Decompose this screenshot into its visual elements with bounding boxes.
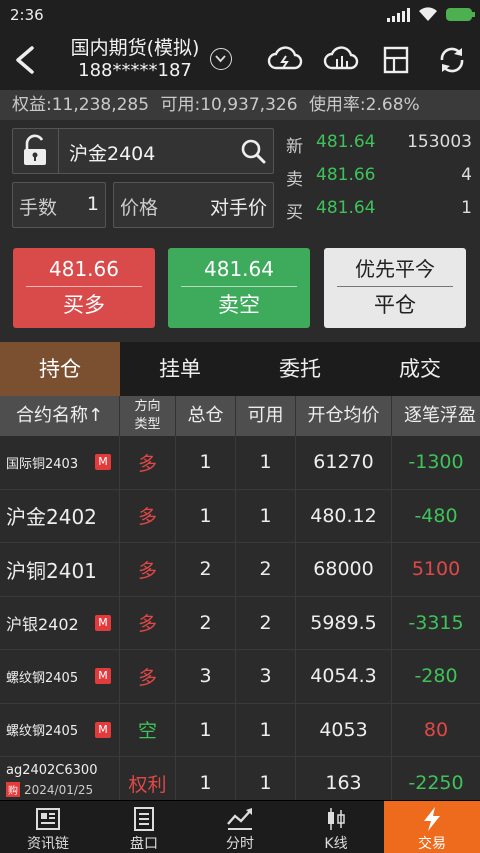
available-value: 可用:10,937,326 xyxy=(160,95,298,115)
lock-toggle[interactable] xyxy=(13,129,59,173)
tab-trades[interactable]: 成交 xyxy=(360,342,480,396)
usage-rate: 使用率:2.68% xyxy=(308,95,420,115)
col-name[interactable]: 合约名称↑ xyxy=(0,396,120,436)
margin-badge: M xyxy=(95,454,111,471)
nav-kline[interactable]: K线 xyxy=(288,801,384,853)
quote-row-last: 新 481.64 153003 xyxy=(286,132,472,157)
nav-trade[interactable]: 交易 xyxy=(384,801,480,853)
tab-orders[interactable]: 委托 xyxy=(240,342,360,396)
layout-icon[interactable] xyxy=(378,42,414,78)
tab-pending[interactable]: 挂单 xyxy=(120,342,240,396)
orderbook-icon xyxy=(134,807,154,831)
quote-row-ask: 卖 481.66 4 xyxy=(286,165,472,190)
equity-value: 权益:11,238,285 xyxy=(12,95,150,115)
quantity-field[interactable]: 手数 1 xyxy=(12,182,106,228)
app-header: 国内期货(模拟) 188*****187 xyxy=(0,30,480,90)
chevron-down-icon[interactable] xyxy=(210,48,232,70)
wifi-icon xyxy=(419,7,437,22)
quantity-label: 手数 xyxy=(19,197,58,219)
table-row[interactable]: 螺纹钢2405 M 空 1 1 4053 80 xyxy=(0,703,480,757)
intraday-chart-icon xyxy=(227,808,252,830)
tab-positions[interactable]: 持仓 xyxy=(0,342,120,396)
table-row[interactable]: 沪铜2401 多 2 2 68000 5100 xyxy=(0,543,480,597)
close-position-button[interactable]: 优先平今 平仓 xyxy=(324,248,466,328)
status-icons xyxy=(387,7,475,22)
status-time: 2:36 xyxy=(10,6,44,24)
price-field[interactable]: 价格 对手价 xyxy=(113,182,274,228)
contract-selector[interactable]: 沪金2404 xyxy=(12,128,274,174)
table-row[interactable]: 螺纹钢2405 M 多 3 3 4054.3 -280 xyxy=(0,650,480,704)
quote-panel: 新 481.64 153003 卖 481.66 4 买 481.64 1 xyxy=(284,132,480,231)
cloud-chart-icon[interactable] xyxy=(323,42,359,78)
lightning-icon xyxy=(424,807,440,831)
account-summary: 权益:11,238,285 可用:10,937,326 使用率:2.68% xyxy=(0,90,480,120)
table-row[interactable]: 沪金2402 多 1 1 480.12 -480 xyxy=(0,489,480,543)
page-title: 国内期货(模拟) xyxy=(70,37,200,59)
positions-table-body: 国际铜2403 M 多 1 1 61270 -1300 沪金2402 多 1 1… xyxy=(0,436,480,802)
sell-short-button[interactable]: 481.64 卖空 xyxy=(168,248,310,328)
positions-table-header: 合约名称↑ 方向 类型 总仓 可用 开仓均价 逐笔浮盈 xyxy=(0,396,480,436)
quote-row-bid: 买 481.64 1 xyxy=(286,198,472,223)
status-bar: 2:36 xyxy=(0,0,480,30)
nav-news[interactable]: 资讯链 xyxy=(0,801,96,853)
price-label: 价格 xyxy=(120,197,159,219)
table-row[interactable]: 国际铜2403 M 多 1 1 61270 -1300 xyxy=(0,436,480,490)
table-row[interactable]: 沪银2402 M 多 2 2 5989.5 -3315 xyxy=(0,596,480,650)
call-badge: 购 xyxy=(6,782,20,797)
margin-badge: M xyxy=(95,721,111,738)
margin-badge: M xyxy=(95,668,111,685)
position-tabs: 持仓 挂单 委托 成交 xyxy=(0,342,480,396)
option-name: ag2402C6300 购 2024/01/25 xyxy=(6,763,98,797)
battery-icon xyxy=(446,8,475,21)
nav-intraday[interactable]: 分时 xyxy=(192,801,288,853)
account-id: 188*****187 xyxy=(78,60,192,81)
table-row[interactable]: ag2402C6300 购 2024/01/25 权利 1 1 163 -225… xyxy=(0,757,480,802)
col-avg-price[interactable]: 开仓均价 xyxy=(296,396,392,436)
price-value: 对手价 xyxy=(209,197,267,219)
bottom-nav: 资讯链 盘口 分时 K线 交易 xyxy=(0,800,480,853)
candlestick-icon xyxy=(328,808,345,830)
header-title-block[interactable]: 国内期货(模拟) 188*****187 xyxy=(60,36,210,82)
col-available[interactable]: 可用 xyxy=(236,396,296,436)
news-icon xyxy=(36,808,60,830)
nav-orderbook[interactable]: 盘口 xyxy=(96,801,192,853)
signal-icon xyxy=(387,7,410,22)
quantity-value: 1 xyxy=(86,193,99,215)
contract-code: 沪金2404 xyxy=(69,143,156,165)
unlock-icon xyxy=(24,134,46,165)
col-pnl[interactable]: 逐笔浮盈 xyxy=(392,396,480,436)
col-total[interactable]: 总仓 xyxy=(176,396,236,436)
order-panel: 沪金2404 手数 1 价格 对手价 新 481.64 153003 卖 481… xyxy=(0,120,480,342)
back-icon[interactable] xyxy=(8,40,44,80)
search-icon[interactable] xyxy=(239,137,267,165)
buy-long-button[interactable]: 481.66 买多 xyxy=(13,248,155,328)
refresh-icon[interactable] xyxy=(434,42,470,78)
margin-badge: M xyxy=(95,614,111,631)
cloud-sync-icon[interactable] xyxy=(267,42,303,78)
col-direction[interactable]: 方向 类型 xyxy=(120,396,176,436)
